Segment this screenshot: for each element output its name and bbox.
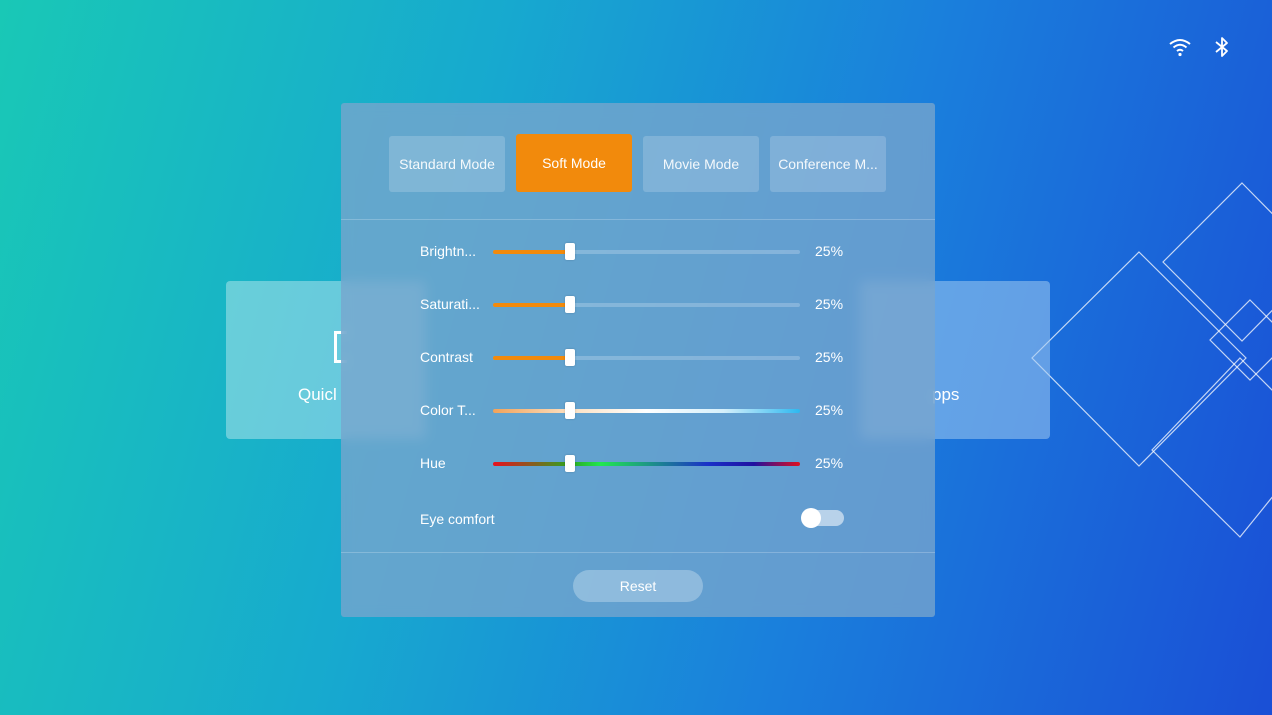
slider-thumb[interactable] [564, 402, 575, 419]
color-temperature-slider[interactable] [493, 402, 800, 419]
slider-thumb[interactable] [564, 243, 575, 260]
desktop-background: Quicl pps Standard Mode Soft Mode Movie … [0, 0, 1272, 715]
picture-settings-panel: Standard Mode Soft Mode Movie Mode Confe… [341, 103, 935, 617]
color-temperature-value: 25% [815, 402, 844, 418]
card-label: Quicl [298, 385, 337, 404]
mode-conference-button[interactable]: Conference M... [770, 136, 886, 192]
mode-standard-button[interactable]: Standard Mode [389, 136, 505, 192]
color-temperature-label: Color T... [420, 402, 476, 418]
reset-button[interactable]: Reset [573, 570, 703, 602]
slider-fill [493, 250, 570, 254]
picture-mode-tabs: Standard Mode Soft Mode Movie Mode Confe… [389, 134, 886, 192]
hue-row: Hue 25% [341, 448, 935, 478]
brightness-row: Brightn... 25% [341, 236, 935, 266]
mode-movie-button[interactable]: Movie Mode [643, 136, 759, 192]
slider-fill [493, 356, 570, 360]
brightness-slider[interactable] [493, 243, 800, 260]
hue-label: Hue [420, 455, 446, 471]
bluetooth-icon [1214, 36, 1230, 58]
saturation-slider[interactable] [493, 296, 800, 313]
eye-comfort-row: Eye comfort [341, 504, 935, 534]
saturation-label: Saturati... [420, 296, 480, 312]
slider-fill [493, 303, 570, 307]
slider-thumb[interactable] [564, 349, 575, 366]
contrast-slider[interactable] [493, 349, 800, 366]
eye-comfort-toggle[interactable] [801, 508, 844, 528]
color-temperature-row: Color T... 25% [341, 395, 935, 425]
status-icons [1168, 36, 1230, 58]
wifi-icon [1168, 37, 1192, 57]
slider-thumb[interactable] [564, 455, 575, 472]
saturation-value: 25% [815, 296, 844, 312]
contrast-row: Contrast 25% [341, 342, 935, 372]
toggle-knob [801, 508, 821, 528]
hue-slider[interactable] [493, 455, 800, 472]
brightness-label: Brightn... [420, 243, 477, 259]
saturation-row: Saturati... 25% [341, 289, 935, 319]
divider [341, 552, 935, 553]
card-label: pps [932, 385, 960, 404]
contrast-label: Contrast [420, 349, 473, 365]
contrast-value: 25% [815, 349, 844, 365]
mode-soft-button[interactable]: Soft Mode [516, 134, 632, 192]
divider [341, 219, 935, 220]
eye-comfort-label: Eye comfort [420, 511, 495, 527]
hue-value: 25% [815, 455, 844, 471]
slider-thumb[interactable] [564, 296, 575, 313]
brightness-value: 25% [815, 243, 844, 259]
